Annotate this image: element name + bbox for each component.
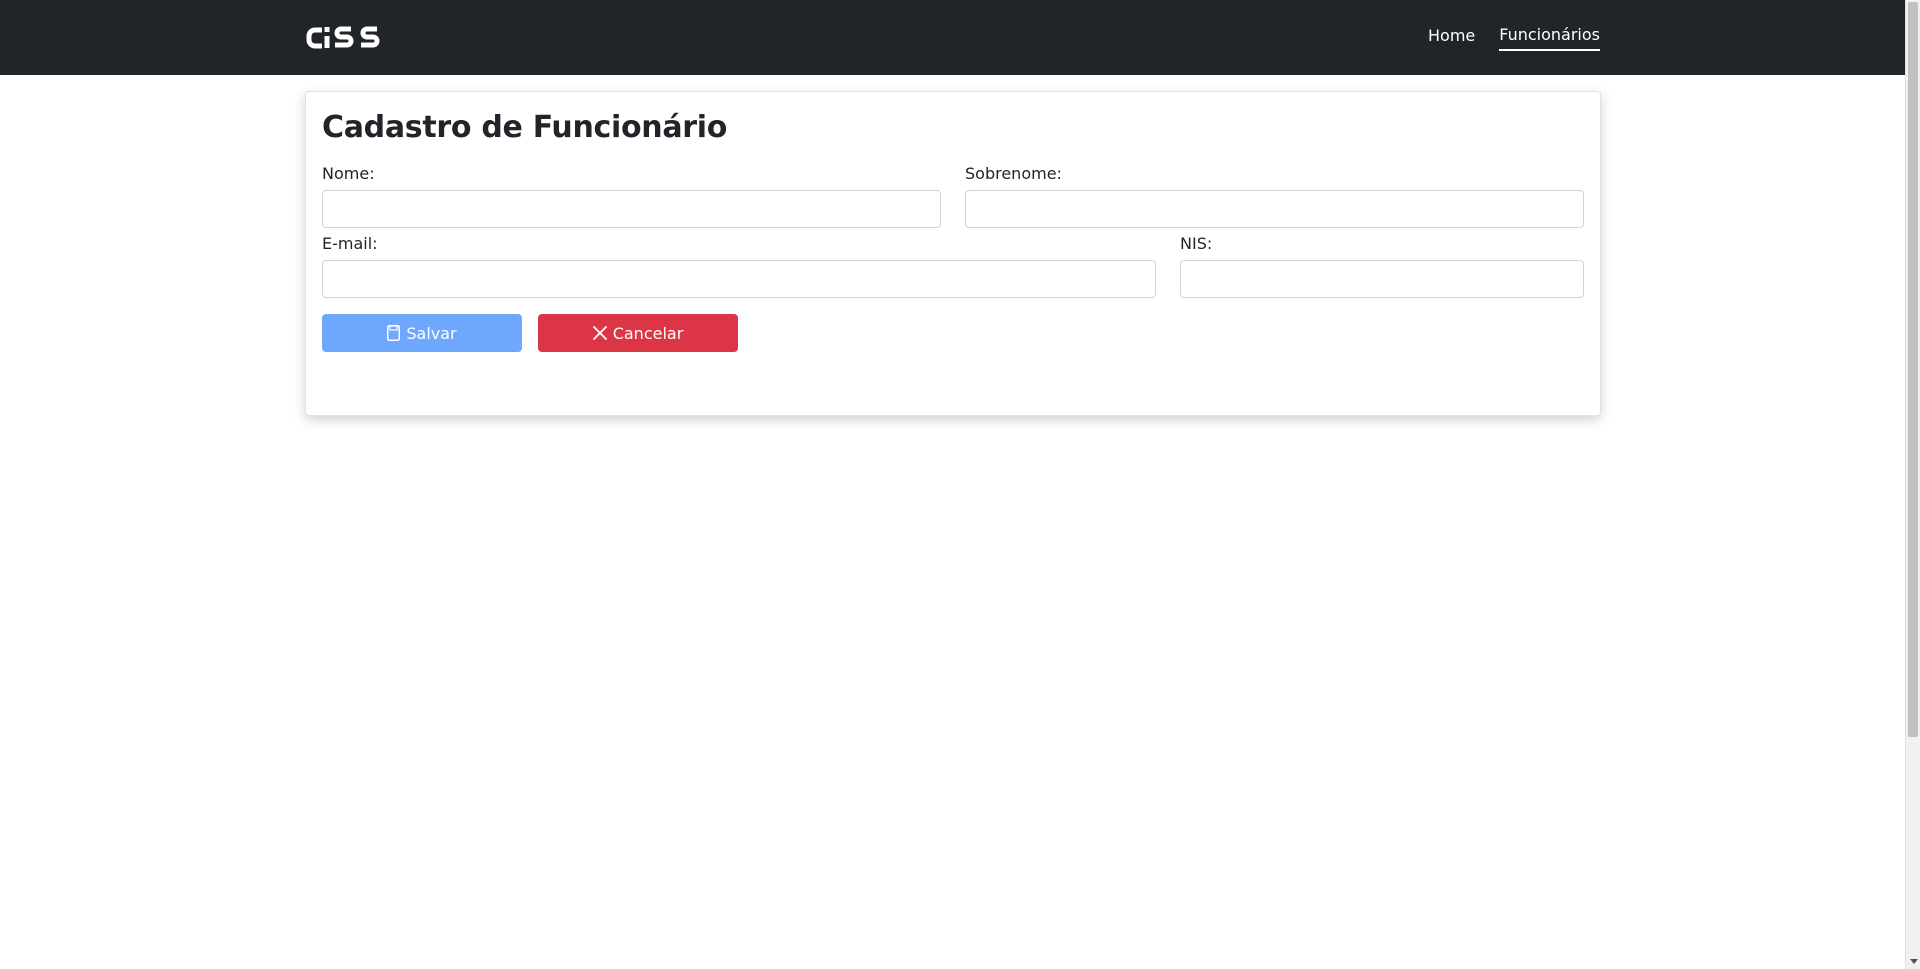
nis-input[interactable] [1180, 260, 1584, 298]
scroll-down-arrow-icon[interactable] [1906, 954, 1920, 969]
vertical-scrollbar[interactable] [1905, 0, 1920, 969]
ciss-logo-icon [306, 26, 380, 49]
floppy-disk-icon [387, 325, 401, 341]
nav-funcionarios-link[interactable]: Funcionários [1499, 24, 1600, 51]
sobrenome-label: Sobrenome: [965, 164, 1062, 183]
close-icon [592, 326, 607, 340]
navbar: Home Funcionários [0, 0, 1905, 75]
page: Home Funcionários Cadastro de Funcionári… [0, 0, 1920, 969]
sobrenome-input[interactable] [965, 190, 1584, 228]
save-button-label: Salvar [406, 323, 457, 343]
nome-input[interactable] [322, 190, 941, 228]
email-label: E-mail: [322, 234, 378, 253]
page-title: Cadastro de Funcionário [322, 110, 728, 145]
nis-label: NIS: [1180, 234, 1213, 253]
email-input[interactable] [322, 260, 1156, 298]
save-button[interactable]: Salvar [322, 314, 522, 352]
main-nav: Home Funcionários [1428, 0, 1600, 75]
brand-logo[interactable] [305, 23, 381, 53]
cancel-button[interactable]: Cancelar [538, 314, 738, 352]
cancel-button-label: Cancelar [612, 323, 684, 343]
employee-form-card: Cadastro de Funcionário Nome: Sobrenome:… [305, 91, 1601, 416]
nav-home-link[interactable]: Home [1428, 25, 1475, 50]
nome-label: Nome: [322, 164, 375, 183]
scrollbar-thumb[interactable] [1908, 2, 1918, 737]
